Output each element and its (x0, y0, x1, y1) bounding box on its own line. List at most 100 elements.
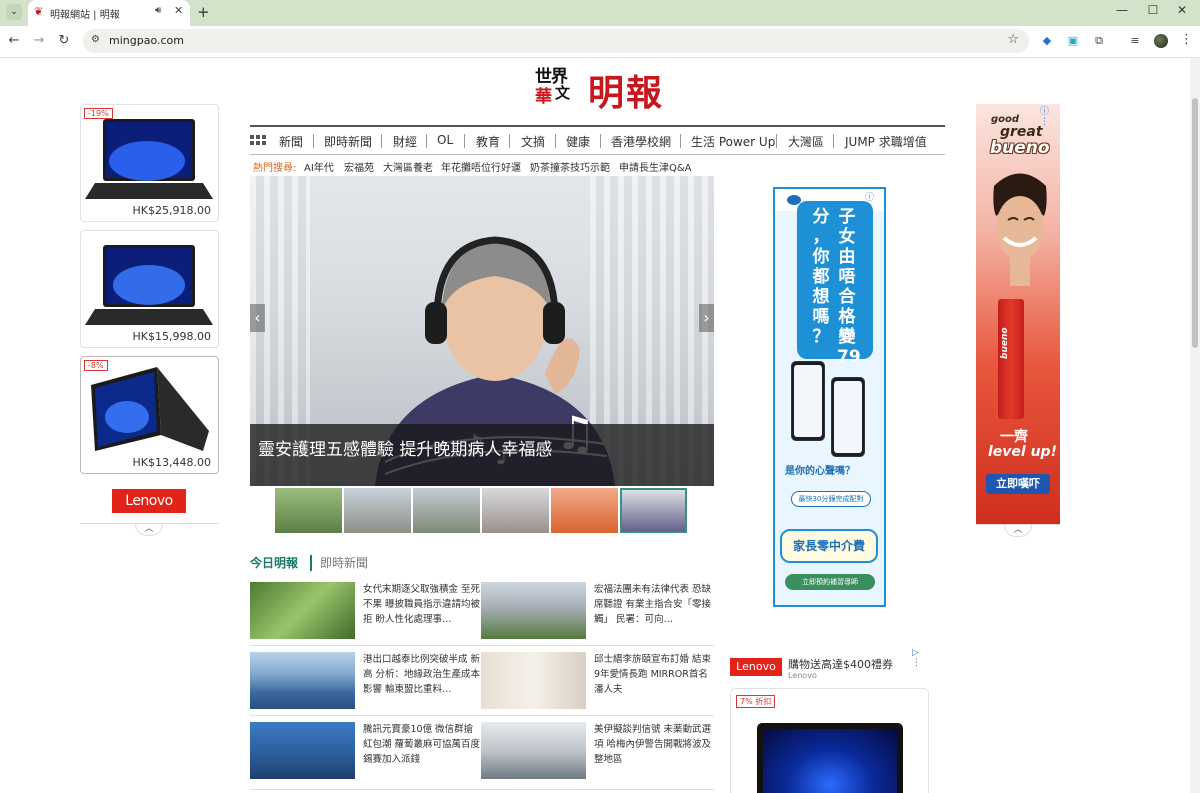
reload-icon[interactable]: ↻ (56, 33, 72, 48)
mingpao-logo[interactable]: 明報 (588, 64, 664, 116)
grid-menu-icon[interactable] (250, 135, 268, 147)
ad-product-card[interactable]: 7% 折扣 (730, 688, 929, 793)
news-story[interactable]: 女代末期逐父取強積金 至死不果 曝披職員指示違請均被拒 盼人性化處理事… (250, 582, 480, 642)
hot-search-item[interactable]: 年花攤唔位行好運 (441, 159, 521, 174)
nav-ol[interactable]: OL (437, 133, 453, 147)
world-chinese-logo[interactable]: 世界 華 文 (533, 62, 577, 118)
tutor-ad-cta-button[interactable]: 立即預約補習導師 (785, 574, 875, 590)
lenovo-shopping-ad[interactable]: ▷ ⋮ Lenovo 購物送高達$400禮券 Lenovo 7% 折扣 (730, 648, 930, 793)
tab-today-mingpao[interactable]: 今日明報 (250, 554, 298, 571)
lenovo-logo-button[interactable]: Lenovo (112, 489, 186, 513)
tab-instant-news[interactable]: 即時新聞 (320, 554, 368, 571)
nav-divider (426, 134, 427, 148)
bueno-cta-button[interactable]: 立即嘆吓 (986, 474, 1050, 494)
nav-education[interactable]: 教育 (476, 133, 500, 150)
ad-product-card[interactable]: HK$15,998.00 (80, 230, 219, 348)
browser-tab[interactable]: ❦ 明報網站 | 明報 🔊︎ ✕ (28, 0, 190, 26)
maximize-icon[interactable]: ☐ (1143, 3, 1163, 17)
hot-search-item[interactable]: 奶茶撞茶技巧示範 (530, 159, 610, 174)
nav-life-power-up[interactable]: 生活 Power Up (691, 133, 775, 150)
story-headline[interactable]: 美伊擬談判信號 未薬動武選項 哈梅內伊警告開戰將波及整地區 (594, 722, 712, 767)
forward-icon[interactable]: → (31, 33, 47, 48)
nav-instant-news[interactable]: 即時新聞 (324, 133, 372, 150)
story-thumbnail[interactable] (250, 722, 355, 779)
nav-hk-schools[interactable]: 香港學校網 (611, 133, 671, 150)
media-icon[interactable]: ≡ (1128, 34, 1142, 48)
hot-search-item[interactable]: AI年代 (304, 159, 334, 174)
slider-thumbnail[interactable] (275, 488, 342, 533)
ad-info-icon[interactable]: ▷ ⋮ (912, 648, 930, 668)
nav-divider (381, 134, 382, 148)
window-close-icon[interactable]: ✕ (1172, 3, 1192, 17)
story-headline[interactable]: 女代末期逐父取強積金 至死不果 曝披職員指示違請均被拒 盼人性化處理事… (363, 582, 481, 627)
story-headline[interactable]: 邱士縉李旂頤宣布訂婚 結束9年愛情長跑 MIRROR首名潘人夫 (594, 652, 712, 697)
nav-finance[interactable]: 財經 (393, 133, 417, 150)
audio-icon[interactable]: 🔊︎ (155, 5, 161, 16)
ad-product-card[interactable]: -8% HK$13,448.00 (80, 356, 219, 474)
slider-thumbnail[interactable] (413, 488, 480, 533)
story-headline[interactable]: 宏福法團未有法律代表 恐缺席聽證 有業主指合安「零接觸」 民署：可向… (594, 582, 712, 627)
chevron-up-icon[interactable]: ︿ (135, 524, 163, 536)
hero-caption-bar: 靈安護理五感體驗 提升晚期病人幸福感 (250, 424, 714, 486)
scrollbar-thumb[interactable] (1192, 98, 1198, 348)
hero-headline[interactable]: 靈安護理五感體驗 提升晚期病人幸福感 (258, 435, 552, 460)
nav-health[interactable]: 健康 (566, 133, 590, 150)
slider-prev-button[interactable]: ‹ (250, 304, 265, 332)
slider-next-button[interactable]: › (699, 304, 714, 332)
news-story[interactable]: 邱士縉李旂頤宣布訂婚 結束9年愛情長跑 MIRROR首名潘人夫 (481, 652, 711, 712)
news-story[interactable]: 美伊擬談判信號 未薬動武選項 哈梅內伊警告開戰將波及整地區 (481, 722, 711, 782)
profile-avatar[interactable] (1154, 34, 1168, 48)
story-thumbnail[interactable] (250, 652, 355, 709)
story-thumbnail[interactable] (481, 722, 586, 779)
page-scrollbar[interactable] (1190, 58, 1200, 793)
calendar-extension-icon[interactable]: ▣ (1066, 34, 1080, 48)
tutor-ad-bubble: 家長零中介費 (780, 529, 878, 563)
hot-search-item[interactable]: 宏福苑 (344, 159, 374, 174)
bueno-bar-label: bueno (1000, 327, 1010, 359)
lenovo-logo[interactable]: Lenovo (730, 658, 782, 676)
story-headline[interactable]: 港出口越泰比例突破半成 新高 分析：地緣政治生產成本影響 輸東盟比重料… (363, 652, 481, 697)
nav-digest[interactable]: 文摘 (521, 133, 545, 150)
left-lenovo-ad[interactable]: ⓘ ⋮ -19% HK$25,918.00 HK$15,998.00 (80, 104, 219, 544)
slider-thumbnail[interactable] (344, 488, 411, 533)
slider-thumbnail-active[interactable] (620, 488, 687, 533)
hot-search-label: 熱門搜尋: (253, 163, 297, 174)
bueno-ad[interactable]: ⓘ ⋮ good great bueno bueno 一齊 level up! … (976, 104, 1060, 524)
address-bar[interactable]: ⚙ mingpao.com ☆ (83, 29, 1029, 53)
lenovo-ad-title[interactable]: 購物送高達$400禮券 (788, 656, 893, 672)
nav-news[interactable]: 新聞 (279, 133, 303, 150)
laptop-image (757, 723, 903, 793)
nav-greater-bay[interactable]: 大灣區 (788, 133, 824, 150)
hero-slider[interactable]: ♫ ♪ ♩ 靈安護理五感體驗 提升晚期病人幸福感 ‹ › (250, 176, 714, 486)
story-thumbnail[interactable] (481, 582, 586, 639)
hot-search-item[interactable]: 大灣區養老 (383, 159, 433, 174)
tab-search-icon[interactable]: ⌄ (6, 4, 22, 20)
slider-thumbnail[interactable] (551, 488, 618, 533)
plus-icon[interactable]: + (197, 3, 210, 21)
hot-search-item[interactable]: 申請長生津Q&A (619, 159, 692, 174)
story-thumbnail[interactable] (250, 582, 355, 639)
nav-jump-jobs[interactable]: JUMP 求職增值 (845, 133, 927, 150)
slider-thumbnail[interactable] (482, 488, 549, 533)
site-info-icon[interactable]: ⚙ (91, 34, 100, 45)
news-story[interactable]: 港出口越泰比例突破半成 新高 分析：地緣政治生產成本影響 輸東盟比重料… (250, 652, 480, 712)
extension-icon[interactable]: ⧉ (1092, 34, 1106, 48)
news-story[interactable]: 宏福法團未有法律代表 恐缺席聽證 有業主指合安「零接觸」 民署：可向… (481, 582, 711, 642)
discount-badge: -8% (84, 360, 108, 371)
back-icon[interactable]: ← (6, 33, 22, 48)
translate-extension-icon[interactable]: ◆ (1040, 34, 1054, 48)
menu-icon[interactable]: ⋮ (1180, 32, 1193, 47)
tutor-ad[interactable]: ⓘ ✕ 子女由唔合格變79 分，你都想嗎？ 是你的心聲嗎？ 最快30分鐘完成配對… (773, 187, 886, 607)
star-icon[interactable]: ☆ (1007, 32, 1019, 47)
chevron-up-icon[interactable]: ︿ (1004, 525, 1032, 537)
bueno-chocolate-bar: bueno (998, 299, 1024, 419)
news-story[interactable]: 騰訊元寶豪10億 微信群搶紅包潮 蘿蔔叢麻可協萬百度錫賽加入派錢 (250, 722, 480, 782)
product-price: HK$25,918.00 (129, 204, 214, 217)
close-icon[interactable]: ✕ (174, 4, 183, 17)
url-text[interactable]: mingpao.com (109, 34, 184, 47)
story-thumbnail[interactable] (481, 652, 586, 709)
ad-info-icon[interactable]: ⓘ ⋮ (1040, 104, 1060, 127)
minimize-icon[interactable]: — (1112, 3, 1132, 17)
ad-product-card[interactable]: -19% HK$25,918.00 (80, 104, 219, 222)
story-headline[interactable]: 騰訊元寶豪10億 微信群搶紅包潮 蘿蔔叢麻可協萬百度錫賽加入派錢 (363, 722, 481, 767)
